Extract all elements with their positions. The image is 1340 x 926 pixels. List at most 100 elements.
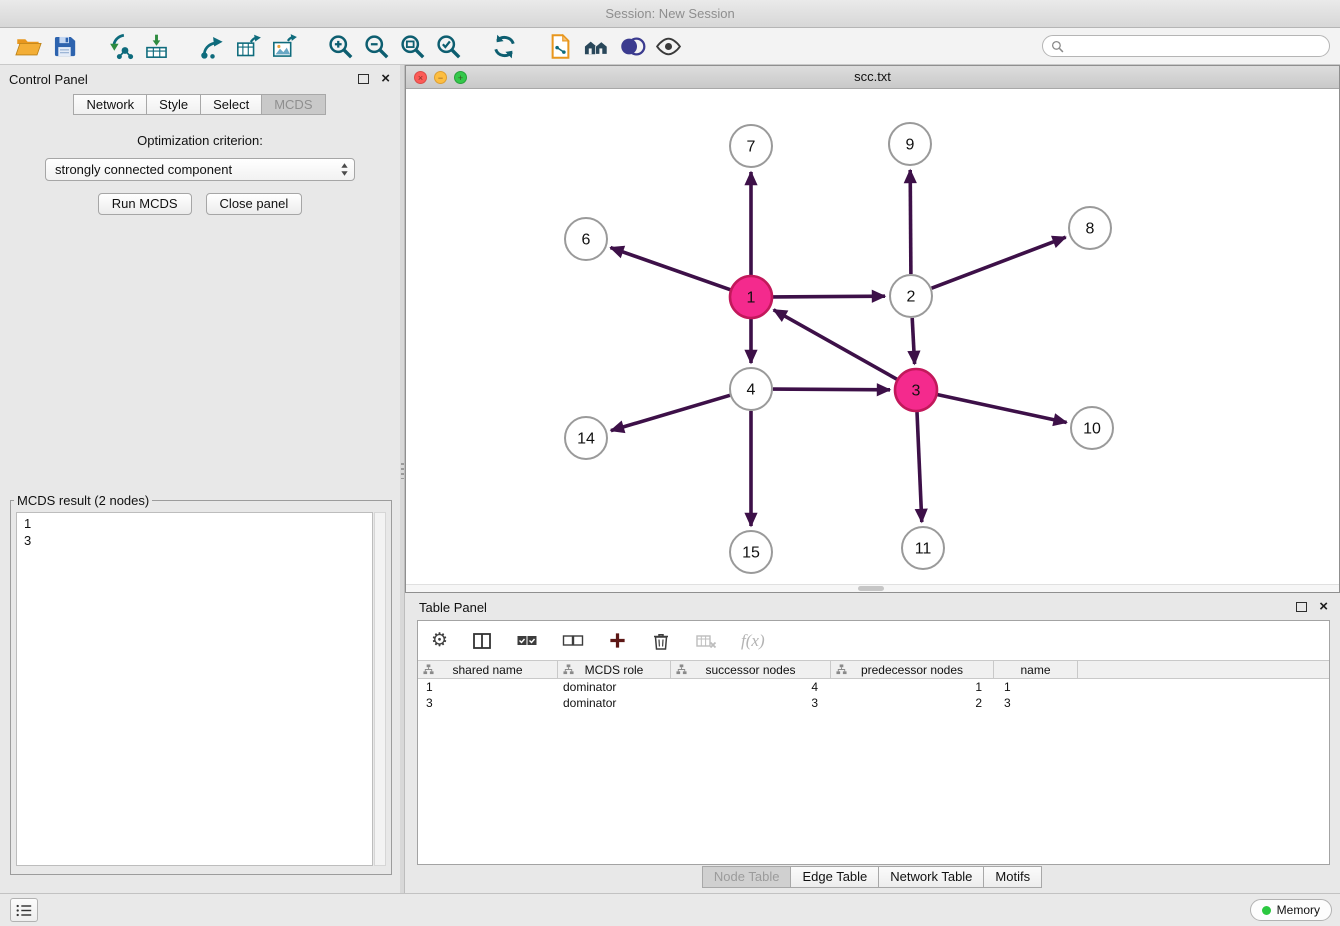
- task-history-button[interactable]: [10, 898, 38, 922]
- tab-network[interactable]: Network: [73, 94, 147, 115]
- save-session-button[interactable]: [46, 31, 82, 62]
- column-header-predecessor-nodes[interactable]: predecessor nodes: [831, 661, 994, 678]
- graph-node-2[interactable]: 2: [890, 275, 932, 317]
- column-header-successor-nodes[interactable]: successor nodes: [671, 661, 831, 678]
- float-panel-icon[interactable]: [358, 74, 369, 84]
- zoom-selected-button[interactable]: [430, 31, 466, 62]
- control-panel-header: Control Panel ×: [0, 65, 400, 93]
- zoom-in-button[interactable]: [322, 31, 358, 62]
- cell-shared-name[interactable]: 3: [418, 695, 558, 711]
- delete-table-button[interactable]: [695, 631, 717, 651]
- table-panel-header: Table Panel ×: [405, 593, 1340, 621]
- import-network-button[interactable]: [102, 31, 138, 62]
- layout-button[interactable]: [578, 31, 614, 62]
- float-table-panel-icon[interactable]: [1296, 602, 1307, 612]
- open-network-file-button[interactable]: [542, 31, 578, 62]
- graph-edge-1-6[interactable]: [611, 248, 731, 290]
- graph-edge-3-11[interactable]: [917, 412, 922, 522]
- tab-motifs[interactable]: Motifs: [983, 866, 1042, 888]
- graph-edge-2-9[interactable]: [910, 170, 911, 274]
- network-document-icon: [547, 33, 574, 60]
- result-scrollbar[interactable]: [374, 512, 386, 866]
- table-row[interactable]: 1 dominator 4 1 1: [418, 679, 1329, 695]
- zoom-out-button[interactable]: [358, 31, 394, 62]
- zoom-fit-button[interactable]: [394, 31, 430, 62]
- graph-node-1[interactable]: 1: [730, 276, 772, 318]
- cell-successor-nodes[interactable]: 3: [671, 695, 831, 711]
- import-table-button[interactable]: [138, 31, 174, 62]
- select-all-button[interactable]: [516, 631, 538, 651]
- cell-name[interactable]: 1: [994, 679, 1078, 695]
- graph-node-6[interactable]: 6: [565, 218, 607, 260]
- svg-text:7: 7: [747, 139, 756, 156]
- graph-node-3[interactable]: 3: [895, 369, 937, 411]
- column-header-shared-name[interactable]: shared name: [418, 661, 558, 678]
- scrollbar-handle[interactable]: [858, 586, 884, 591]
- svg-text:9: 9: [906, 137, 915, 154]
- network-horizontal-scrollbar[interactable]: [406, 584, 1339, 592]
- save-icon: [51, 33, 78, 60]
- function-builder-button[interactable]: f(x): [741, 631, 765, 651]
- graph-edge-2-8[interactable]: [932, 237, 1066, 288]
- graph-node-8[interactable]: 8: [1069, 207, 1111, 249]
- deselect-all-button[interactable]: [562, 631, 584, 651]
- cell-predecessor-nodes[interactable]: 1: [831, 679, 994, 695]
- tab-edge-table[interactable]: Edge Table: [790, 866, 879, 888]
- column-header-mcds-role[interactable]: MCDS role: [558, 661, 671, 678]
- close-panel-button[interactable]: Close panel: [206, 193, 303, 215]
- cell-predecessor-nodes[interactable]: 2: [831, 695, 994, 711]
- open-session-button[interactable]: [10, 31, 46, 62]
- table-settings-button[interactable]: ⚙: [431, 631, 448, 651]
- main-toolbar: [0, 28, 1340, 65]
- run-mcds-button[interactable]: Run MCDS: [98, 193, 192, 215]
- export-table-button[interactable]: [230, 31, 266, 62]
- export-image-button[interactable]: [266, 31, 302, 62]
- close-table-panel-icon[interactable]: ×: [1319, 597, 1328, 617]
- tab-node-table[interactable]: Node Table: [702, 866, 792, 888]
- graph-node-9[interactable]: 9: [889, 123, 931, 165]
- graph-node-10[interactable]: 10: [1071, 407, 1113, 449]
- graph-node-4[interactable]: 4: [730, 368, 772, 410]
- graph-edge-4-3[interactable]: [773, 389, 890, 390]
- search-input[interactable]: [1069, 39, 1321, 53]
- add-column-button[interactable]: [608, 631, 627, 650]
- tab-mcds[interactable]: MCDS: [261, 94, 325, 115]
- cell-mcds-role[interactable]: dominator: [558, 679, 671, 695]
- mcds-result-list[interactable]: 1 3: [16, 512, 373, 866]
- table-toolbar: ⚙ f(x): [418, 621, 1329, 660]
- window-zoom-icon[interactable]: +: [454, 71, 467, 84]
- cell-name[interactable]: 3: [994, 695, 1078, 711]
- graph-edge-4-14[interactable]: [611, 395, 730, 430]
- close-panel-icon[interactable]: ×: [381, 69, 390, 89]
- delete-column-button[interactable]: [651, 631, 671, 651]
- show-hide-button[interactable]: [650, 31, 686, 62]
- criterion-dropdown[interactable]: strongly connected component: [45, 158, 355, 181]
- memory-button[interactable]: Memory: [1250, 899, 1332, 921]
- tab-style[interactable]: Style: [146, 94, 201, 115]
- show-columns-button[interactable]: [472, 631, 492, 651]
- filter-button[interactable]: [614, 31, 650, 62]
- refresh-view-button[interactable]: [486, 31, 522, 62]
- cell-shared-name[interactable]: 1: [418, 679, 558, 695]
- window-minimize-icon[interactable]: −: [434, 71, 447, 84]
- graph-edge-3-1[interactable]: [774, 310, 897, 379]
- table-row[interactable]: 3 dominator 3 2 3: [418, 695, 1329, 711]
- graph-node-7[interactable]: 7: [730, 125, 772, 167]
- network-canvas[interactable]: 7 9 6 8 1 2 4 3 14 10 15 11: [406, 89, 1339, 585]
- graph-node-11[interactable]: 11: [902, 527, 944, 569]
- graph-edge-2-3[interactable]: [912, 318, 914, 364]
- hierarchy-icon: [836, 664, 847, 675]
- export-network-button[interactable]: [194, 31, 230, 62]
- window-close-icon[interactable]: ×: [414, 71, 427, 84]
- fx-icon: f(x): [741, 631, 765, 651]
- graph-node-15[interactable]: 15: [730, 531, 772, 573]
- tab-select[interactable]: Select: [200, 94, 262, 115]
- graph-edge-3-10[interactable]: [938, 395, 1067, 423]
- graph-node-14[interactable]: 14: [565, 417, 607, 459]
- delete-table-icon: [695, 631, 717, 651]
- graph-edge-1-2[interactable]: [773, 296, 885, 297]
- cell-mcds-role[interactable]: dominator: [558, 695, 671, 711]
- tab-network-table[interactable]: Network Table: [878, 866, 984, 888]
- column-header-name[interactable]: name: [994, 661, 1078, 678]
- cell-successor-nodes[interactable]: 4: [671, 679, 831, 695]
